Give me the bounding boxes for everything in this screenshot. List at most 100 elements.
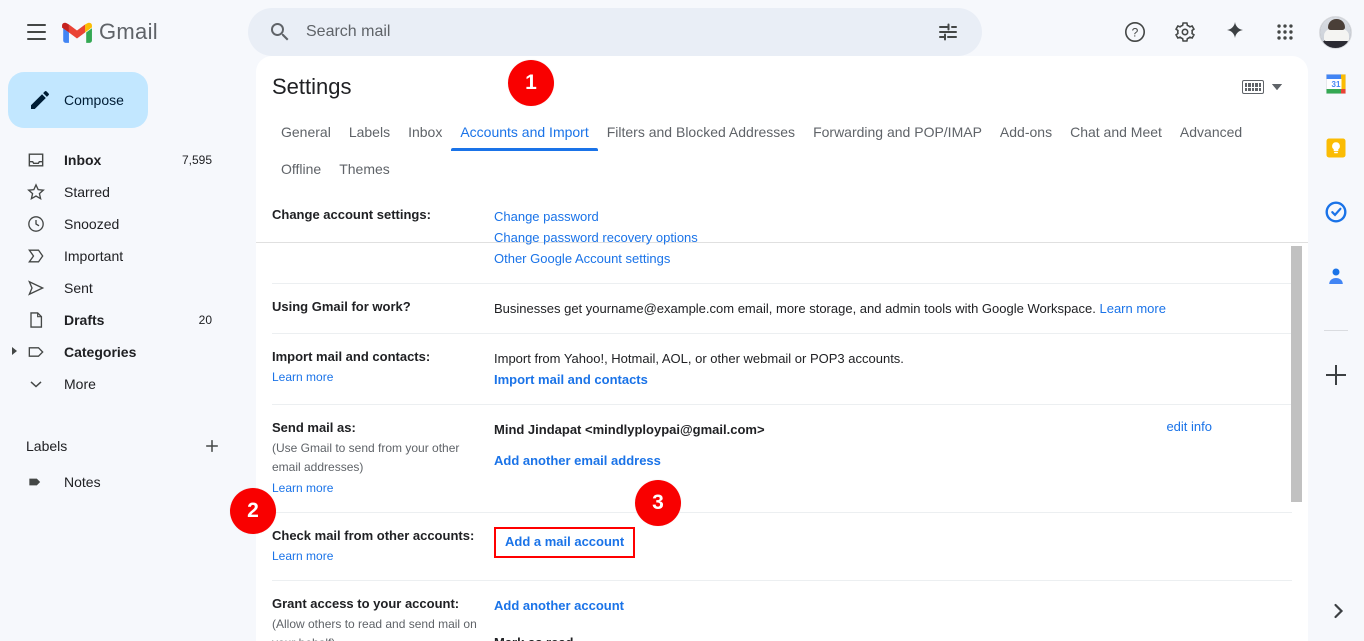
settings-gear-icon[interactable] [1165,12,1205,52]
google-contacts-icon[interactable] [1324,264,1348,288]
add-another-account-link[interactable]: Add another account [494,598,624,613]
create-label-plus-icon[interactable] [198,432,226,460]
google-calendar-icon[interactable]: 31 [1324,72,1348,96]
chevron-down-icon [1272,84,1282,90]
sidebar-item-starred[interactable]: Starred [0,176,232,208]
gmail-for-work-text: Businesses get yourname@example.com emai… [494,301,1096,317]
tab-filters-and-blocked-addresses[interactable]: Filters and Blocked Addresses [598,114,804,151]
add-a-mail-account-highlight: Add a mail account [494,526,636,558]
settings-rows: Change account settings: Change password… [272,192,1292,641]
sidebar-item-more[interactable]: More [0,368,232,400]
tab-labels[interactable]: Labels [340,114,399,151]
left-sidebar: Compose Inbox 7,595 Starred Snoozed Impo… [0,64,248,641]
gmail-logo-icon [62,22,92,43]
compose-button-label: Compose [64,92,124,108]
hamburger-menu-icon[interactable] [20,16,52,48]
check-mail-learn-more-link[interactable]: Learn more [272,549,333,563]
settings-tabs: General Labels Inbox Accounts and Import… [256,114,1308,243]
sidebar-nav: Inbox 7,595 Starred Snoozed Important Se… [0,144,248,400]
grant-access-note: (Allow others to read and send mail on y… [272,616,477,641]
send-mail-as-note: (Use Gmail to send from your other email… [272,441,460,475]
expand-caret-icon[interactable] [12,347,17,355]
expand-side-panel-chevron-right-icon[interactable] [1326,599,1350,623]
inbox-icon [26,150,46,170]
change-password-link[interactable]: Change password [494,209,599,224]
drafts-page-icon [26,310,46,330]
pencil-compose-icon [31,90,50,109]
sidebar-item-label: Categories [64,344,137,360]
sidebar-item-label: Inbox [64,152,102,168]
gear-icon-glyph [1175,22,1195,42]
add-app-plus-icon[interactable] [1324,363,1348,387]
change-password-recovery-options-link[interactable]: Change password recovery options [494,230,698,245]
sidebar-item-label: Starred [64,184,110,200]
step-badge-3: 3 [635,480,681,526]
sent-paperplane-icon [26,278,46,298]
rail-divider [1324,330,1348,331]
sidebar-item-sent[interactable]: Sent [0,272,232,304]
keyboard-icon [1242,80,1264,94]
tab-accounts-and-import[interactable]: Accounts and Import [451,114,599,151]
sidebar-item-categories[interactable]: Categories [0,336,232,368]
search-input[interactable] [306,23,936,41]
important-chevron-icon [26,246,46,266]
tab-chat-and-meet[interactable]: Chat and Meet [1061,114,1171,151]
top-app-bar: Gmail ? [0,0,1364,64]
tab-add-ons[interactable]: Add-ons [991,114,1061,151]
tab-inbox[interactable]: Inbox [399,114,451,151]
change-account-settings-row: Change account settings: Change password… [272,192,1292,285]
sidebar-label-notes[interactable]: Notes [0,466,232,498]
add-a-mail-account-link[interactable]: Add a mail account [505,534,624,549]
import-learn-more-link[interactable]: Learn more [272,370,333,384]
search-options-icon[interactable] [936,20,960,44]
row-label: Grant access to your account: [272,595,460,611]
sidebar-item-label: Snoozed [64,216,120,232]
row-label: Change account settings: [272,207,431,222]
help-icon-glyph: ? [1125,22,1145,42]
row-label: Using Gmail for work? [272,299,411,315]
add-another-email-address-link[interactable]: Add another email address [494,453,661,468]
tab-advanced[interactable]: Advanced [1171,114,1251,151]
google-apps-grid-icon[interactable] [1265,12,1305,52]
gmail-for-work-learn-more-link[interactable]: Learn more [1099,301,1165,316]
sidebar-item-count: 7,595 [181,153,212,167]
google-tasks-icon[interactable] [1324,200,1348,224]
search-bar[interactable] [248,8,982,56]
calendar-day-number: 31 [1332,80,1341,89]
sidebar-item-important[interactable]: Important [0,240,232,272]
send-mail-as-row: Send mail as: (Use Gmail to send from yo… [272,405,1292,513]
tab-general[interactable]: General [272,114,340,151]
tab-forwarding-and-pop-imap[interactable]: Forwarding and POP/IMAP [804,114,991,151]
mark-as-read-option[interactable]: Mark as read [494,632,1292,641]
label-tag-icon [26,472,46,492]
page-title: Settings [272,74,352,99]
import-mail-and-contacts-link[interactable]: Import mail and contacts [494,372,648,387]
send-mail-as-learn-more-link[interactable]: Learn more [272,481,333,495]
settings-panel: Settings General Labels Inbox Accounts a… [256,56,1308,641]
help-icon[interactable]: ? [1115,12,1155,52]
gemini-sparkle-icon[interactable] [1215,12,1255,52]
google-keep-icon[interactable] [1324,136,1348,160]
settings-tabs-row-1: General Labels Inbox Accounts and Import… [272,114,1292,151]
step-badge-1: 1 [508,60,554,106]
compose-button[interactable]: Compose [8,72,148,128]
category-tag-icon [26,342,46,362]
content-scrollbar[interactable] [1290,188,1302,641]
edit-info-link[interactable]: edit info [1166,419,1212,434]
sidebar-item-label: Drafts [64,312,105,328]
other-google-account-settings-link[interactable]: Other Google Account settings [494,251,670,266]
row-label: Import mail and contacts: [272,349,431,365]
sidebar-item-inbox[interactable]: Inbox 7,595 [0,144,232,176]
sidebar-item-count: 20 [198,313,212,327]
account-avatar[interactable] [1319,15,1352,49]
input-tools-selector[interactable] [1242,80,1282,94]
row-label: Check mail from other accounts: [272,527,475,543]
gmail-logo-text: Gmail [99,19,158,44]
sidebar-item-drafts[interactable]: Drafts 20 [0,304,232,336]
gmail-logo[interactable]: Gmail [62,14,158,50]
clock-snooze-icon [26,214,46,234]
tab-themes[interactable]: Themes [330,151,399,188]
sidebar-item-snoozed[interactable]: Snoozed [0,208,232,240]
scrollbar-thumb[interactable] [1291,246,1302,502]
tab-offline[interactable]: Offline [272,151,330,188]
